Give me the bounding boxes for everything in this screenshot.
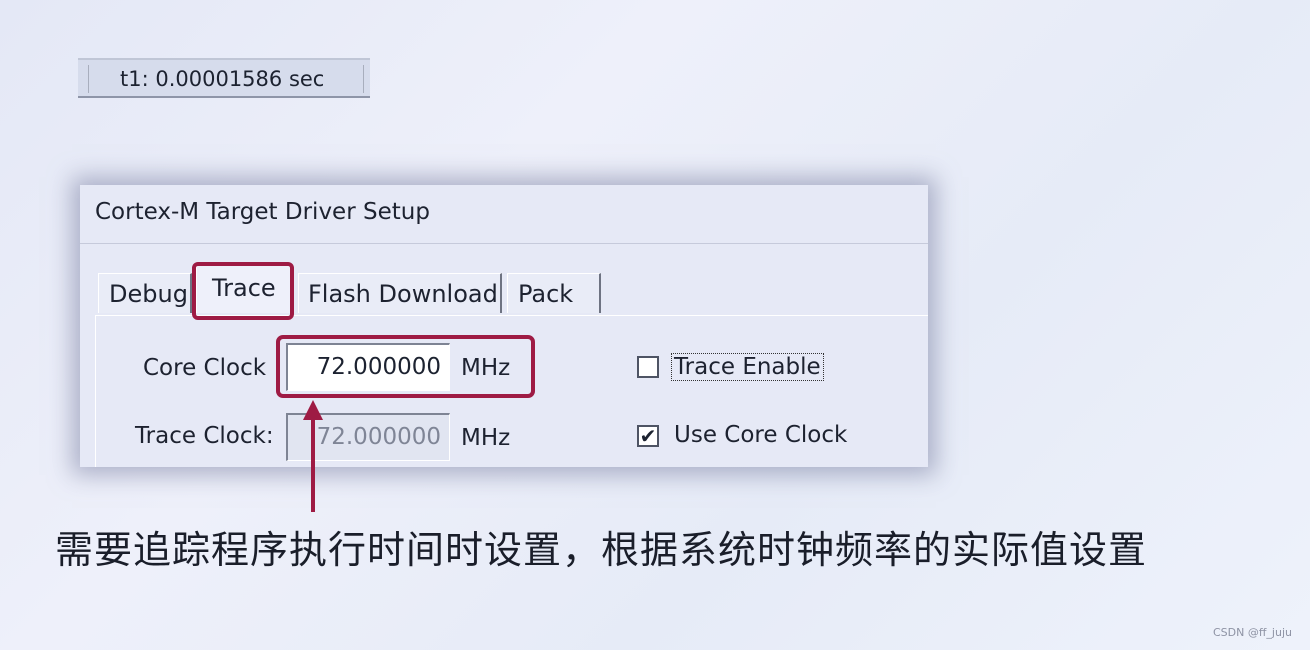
tab-pack[interactable]: Pack: [507, 273, 601, 313]
use-core-clock-label[interactable]: Use Core Clock: [674, 422, 847, 448]
status-bar: t1: 0.00001586 sec: [78, 58, 370, 98]
trace-enable-checkbox[interactable]: [637, 356, 659, 378]
t1-readout: t1: 0.00001586 sec: [88, 65, 364, 93]
arrow-line: [311, 416, 315, 512]
use-core-clock-checkbox[interactable]: ✔: [637, 425, 659, 447]
watermark: CSDN @ff_juju: [1213, 626, 1292, 639]
target-driver-setup-dialog: Cortex-M Target Driver Setup Debug Flash…: [80, 185, 928, 467]
trace-clock-label: Trace Clock:: [135, 423, 274, 449]
annotation-caption: 需要追踪程序执行时间时设置，根据系统时钟频率的实际值设置: [55, 528, 1148, 572]
trace-clock-unit: MHz: [461, 425, 511, 451]
trace-enable-label[interactable]: Trace Enable: [671, 353, 824, 381]
tab-debug[interactable]: Debug: [98, 273, 192, 313]
dialog-title: Cortex-M Target Driver Setup: [95, 199, 430, 225]
trace-tab-highlight: [192, 262, 294, 320]
title-divider: [80, 243, 928, 244]
core-clock-highlight: [276, 335, 535, 398]
tab-flash-download[interactable]: Flash Download: [298, 273, 502, 313]
core-clock-label: Core Clock: [143, 355, 267, 381]
